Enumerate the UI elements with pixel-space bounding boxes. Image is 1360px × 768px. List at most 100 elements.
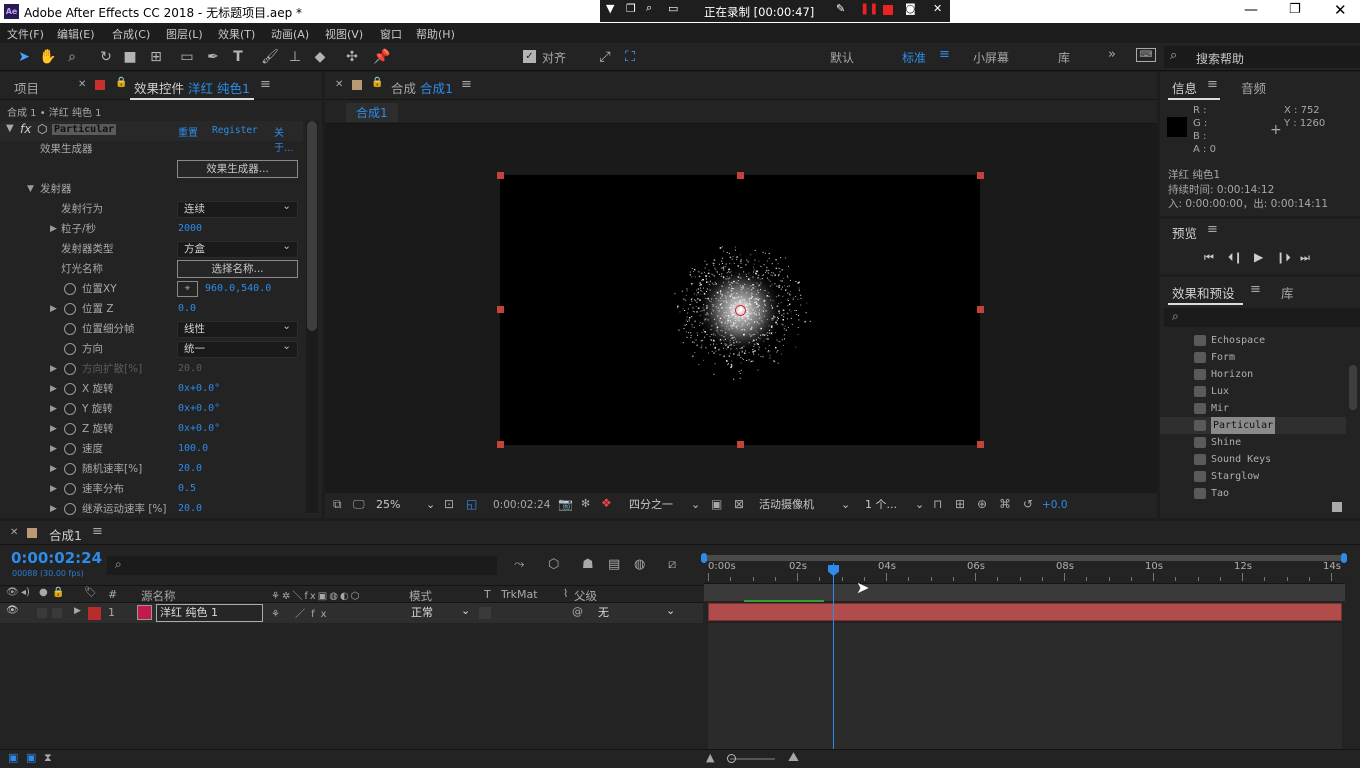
- param-dropdown[interactable]: 方盒: [177, 239, 298, 258]
- lock-icon[interactable]: 🔒: [371, 77, 383, 88]
- exposure-value[interactable]: +0.0: [1042, 499, 1068, 511]
- time-ruler[interactable]: 0:00s 02s 04s 06s 08s 10s 12s 14s: [704, 561, 1345, 583]
- effect-name[interactable]: Particular: [52, 124, 117, 135]
- panel-menu-icon[interactable]: ≡: [1207, 222, 1218, 237]
- resolution-select[interactable]: 四分之一 ⌄: [625, 496, 703, 514]
- col-mode[interactable]: 模式: [409, 588, 432, 604]
- effect-list-item[interactable]: Mir: [1160, 400, 1346, 417]
- pen-icon[interactable]: ✎: [836, 2, 845, 15]
- comp-flowchart-icon[interactable]: ⤳: [514, 557, 524, 572]
- preserve-transparency-toggle[interactable]: [479, 607, 491, 619]
- emitter-anchor-icon[interactable]: [735, 305, 746, 316]
- mask-icon[interactable]: ◱: [466, 497, 477, 511]
- stopwatch-icon[interactable]: [64, 283, 76, 295]
- pause-icon[interactable]: ❚❚: [860, 2, 878, 15]
- scrollbar-thumb[interactable]: [307, 121, 317, 331]
- effect-controls-scrollbar[interactable]: [306, 121, 318, 513]
- bounds-handle[interactable]: [497, 172, 504, 179]
- effect-list-item[interactable]: Sound Keys: [1160, 451, 1346, 468]
- shy-layers-icon[interactable]: ☗: [582, 557, 594, 572]
- workspace-library[interactable]: 库: [1058, 49, 1070, 66]
- new-folder-icon[interactable]: [1332, 502, 1342, 512]
- param-dropdown[interactable]: 线性: [177, 319, 298, 338]
- param-value[interactable]: 0x+0.0°: [178, 379, 220, 399]
- stopwatch-icon[interactable]: [64, 343, 76, 355]
- param-row[interactable]: ▶ 速率分布 0.5: [0, 479, 303, 499]
- param-row[interactable]: ▶ 随机速率[%] 20.0: [0, 459, 303, 479]
- stopwatch-icon[interactable]: [64, 423, 76, 435]
- zoom-tool-icon[interactable]: ⌕: [62, 47, 82, 67]
- lock-icon[interactable]: 🔒: [115, 77, 127, 88]
- param-button[interactable]: 选择名称...: [177, 260, 298, 278]
- workspace-menu-icon[interactable]: ≡: [939, 47, 950, 62]
- zoom-out-icon[interactable]: ▲: [706, 751, 714, 764]
- eraser-tool-icon[interactable]: ◆: [310, 47, 330, 67]
- param-value[interactable]: 0x+0.0°: [178, 399, 220, 419]
- keyboard-icon[interactable]: ⌨: [1136, 48, 1156, 62]
- param-row[interactable]: ▶ Y 旋转 0x+0.0°: [0, 399, 303, 419]
- layer-name[interactable]: 洋红 纯色 1: [156, 604, 263, 622]
- effect-list-item[interactable]: Shine: [1160, 434, 1346, 451]
- tab-library[interactable]: 库: [1281, 283, 1294, 302]
- camera-select[interactable]: 活动摄像机 ⌄: [755, 496, 853, 514]
- close-button[interactable]: ✕: [1334, 1, 1347, 19]
- twirl-right-icon[interactable]: ▶: [50, 219, 57, 239]
- toggle-view-icon[interactable]: ⊓: [933, 497, 942, 511]
- param-row[interactable]: 灯光名称 选择名称...: [0, 259, 303, 279]
- param-value[interactable]: 20.0: [178, 459, 202, 479]
- tab-audio[interactable]: 音频: [1241, 78, 1266, 97]
- menu-animation[interactable]: 动画(A): [271, 26, 309, 42]
- restore-icon[interactable]: ❐: [626, 2, 636, 15]
- work-area-start[interactable]: [701, 553, 707, 563]
- expand-layer-switches-icon[interactable]: ▣: [8, 751, 18, 764]
- menu-edit[interactable]: 编辑(E): [57, 26, 95, 42]
- solo-icon[interactable]: ●: [39, 587, 48, 598]
- flowchart-icon[interactable]: ⊕: [977, 497, 987, 511]
- col-parent[interactable]: 父级: [574, 588, 597, 604]
- stopwatch-icon[interactable]: [64, 503, 76, 515]
- panel-menu-icon[interactable]: ≡: [260, 77, 271, 92]
- bounds-handle[interactable]: [977, 306, 984, 313]
- bounds-handle[interactable]: [737, 441, 744, 448]
- timeline-search-input[interactable]: ⌕: [107, 556, 497, 575]
- snap-option-icon[interactable]: ⤢: [595, 47, 615, 67]
- param-row[interactable]: ▶ 粒子/秒 2000: [0, 219, 303, 239]
- pickwhip-icon[interactable]: @: [572, 605, 583, 618]
- bounds-handle[interactable]: [977, 441, 984, 448]
- param-row[interactable]: 方向 统一: [0, 339, 303, 359]
- param-value[interactable]: 20.0: [178, 499, 202, 515]
- bounds-handle[interactable]: [737, 172, 744, 179]
- draft-3d-icon[interactable]: ⬡: [548, 557, 559, 572]
- stopwatch-icon[interactable]: [64, 463, 76, 475]
- param-dropdown[interactable]: 连续: [177, 199, 298, 218]
- panel-menu-icon[interactable]: ≡: [1207, 77, 1218, 92]
- expand-modes-icon[interactable]: ▣: [26, 751, 36, 764]
- expand-layer-icon[interactable]: ▶: [74, 606, 81, 616]
- puppet-tool-icon[interactable]: 📌: [372, 47, 392, 67]
- effects-search-input[interactable]: ⌕: [1164, 308, 1360, 327]
- fit-icon[interactable]: ⊡: [444, 497, 454, 511]
- render-icon[interactable]: ⊞: [955, 497, 965, 511]
- zoom-slider[interactable]: [730, 758, 775, 760]
- param-row[interactable]: ▶ 速度 100.0: [0, 439, 303, 459]
- effect-list-item[interactable]: Form: [1160, 349, 1346, 366]
- twirl-right-icon[interactable]: ▶: [50, 299, 57, 319]
- menu-layer[interactable]: 图层(L): [166, 26, 203, 42]
- twirl-right-icon[interactable]: ▶: [50, 359, 57, 379]
- eye-icon[interactable]: 👁: [6, 587, 19, 598]
- views-select[interactable]: 1 个... ⌄: [861, 496, 927, 514]
- roto-brush-tool-icon[interactable]: ✣: [342, 47, 362, 67]
- tab-effect-controls[interactable]: 效果控件 洋红 纯色1: [134, 78, 250, 97]
- minimize-button[interactable]: —: [1244, 2, 1258, 18]
- solo-toggle[interactable]: [37, 608, 47, 618]
- play-icon[interactable]: ▶: [1254, 250, 1263, 264]
- workspace-small-screen[interactable]: 小屏幕: [973, 49, 1009, 66]
- param-row[interactable]: 位置细分帧 线性: [0, 319, 303, 339]
- display-icon[interactable]: 🖵: [353, 497, 365, 512]
- composition-viewer[interactable]: [500, 175, 980, 445]
- param-value[interactable]: 0.5: [178, 479, 196, 499]
- workspace-standard[interactable]: 标准: [902, 49, 926, 66]
- current-time[interactable]: 0:00:02:24: [493, 499, 550, 511]
- bounds-handle[interactable]: [977, 172, 984, 179]
- effect-expand-icon[interactable]: ▼: [6, 123, 14, 134]
